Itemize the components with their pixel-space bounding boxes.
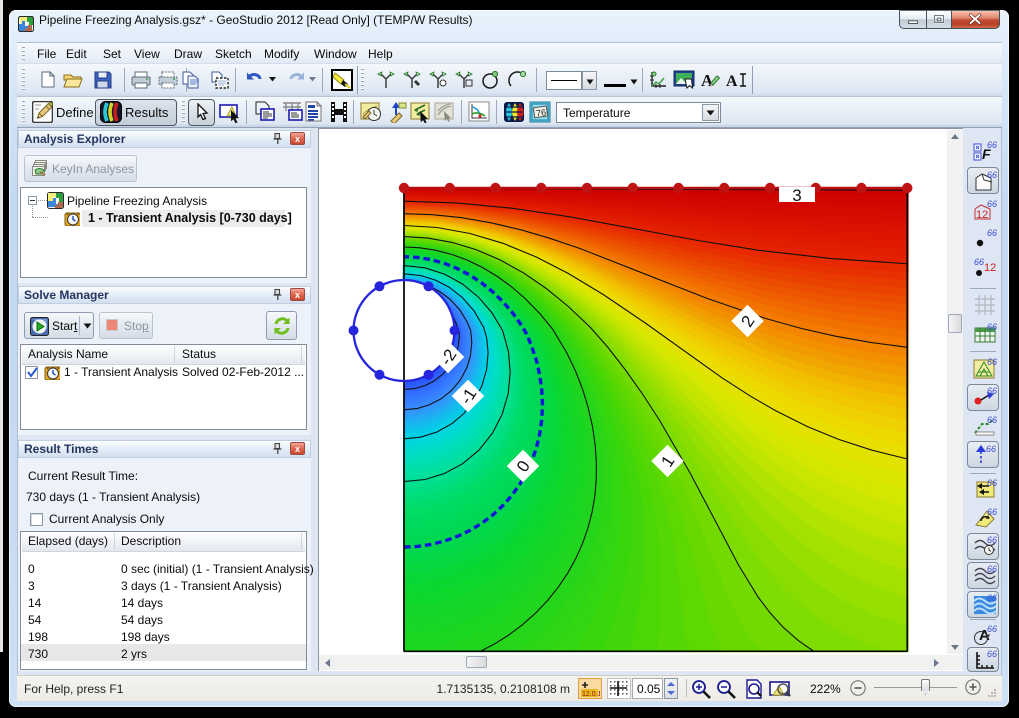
svg-text:66: 66 xyxy=(987,507,997,517)
svg-text:66: 66 xyxy=(987,322,997,332)
svg-text:12: 12 xyxy=(976,209,988,221)
svg-text:A: A xyxy=(726,73,738,90)
svg-text:A: A xyxy=(701,71,714,90)
svg-text:76: 76 xyxy=(535,107,546,118)
svg-text:66: 66 xyxy=(987,170,997,180)
svg-text:66: 66 xyxy=(987,199,997,209)
svg-text:12.0.1: 12.0.1 xyxy=(582,691,600,698)
svg-text:66: 66 xyxy=(974,257,984,267)
svg-text:66: 66 xyxy=(987,415,997,425)
svg-text:66: 66 xyxy=(987,564,997,574)
svg-text:66: 66 xyxy=(987,593,997,603)
svg-text:66: 66 xyxy=(987,140,997,150)
svg-text:66: 66 xyxy=(987,535,997,545)
svg-text:66: 66 xyxy=(987,386,997,396)
svg-text:66: 66 xyxy=(986,444,996,454)
svg-text:66: 66 xyxy=(987,624,997,634)
svg-text:66: 66 xyxy=(987,357,997,367)
svg-text:66: 66 xyxy=(987,228,997,238)
svg-text:66: 66 xyxy=(987,649,997,659)
svg-text:3: 3 xyxy=(792,186,801,205)
svg-text:66: 66 xyxy=(987,478,997,488)
svg-text:12: 12 xyxy=(984,262,996,274)
